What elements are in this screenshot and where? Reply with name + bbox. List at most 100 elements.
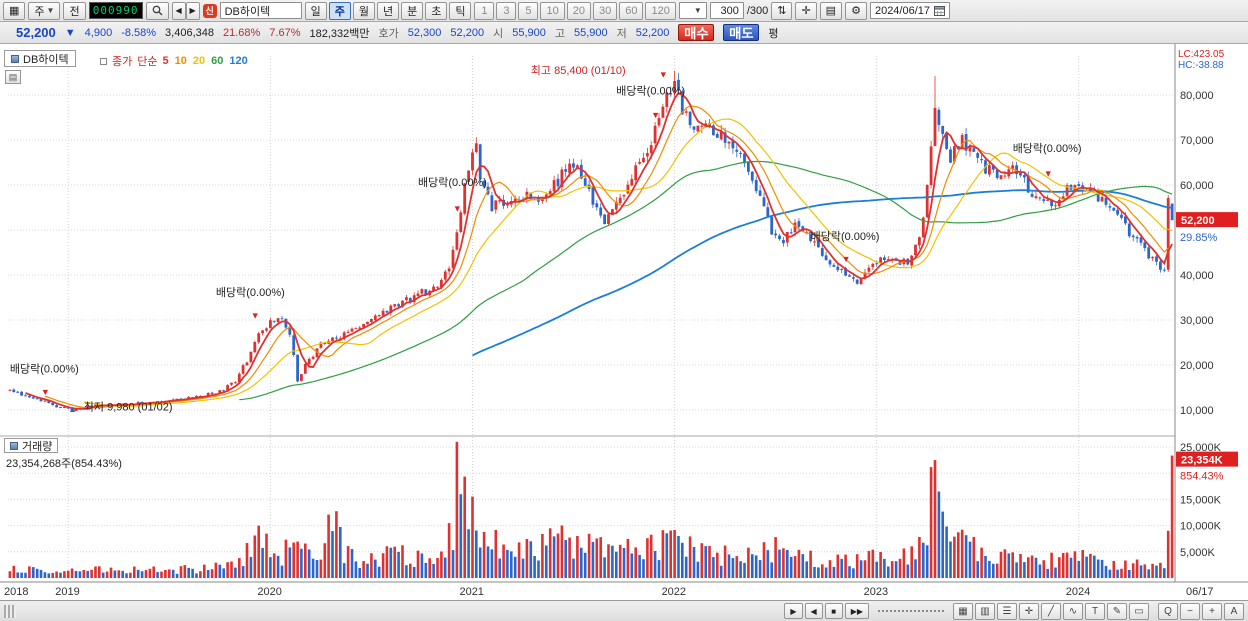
high-mark-label: 최고 85,400 (01/10) — [531, 64, 626, 77]
mini-map-track[interactable] — [878, 610, 944, 612]
volume-pane-tab[interactable]: 거래량 — [4, 438, 59, 453]
volume-tick-label: 10,000K — [1180, 521, 1222, 533]
chevron-down-icon: ▼ — [693, 6, 702, 15]
crosshair-tool-button[interactable]: ✛ — [795, 1, 817, 20]
interval-button-10[interactable]: 10 — [540, 1, 565, 20]
ma-120-line — [472, 189, 1173, 357]
drawing-tool-buttons: ▦ ▥ ☰ ✛ ╱ ∿ T ✎ ▭ — [953, 602, 1149, 620]
asset-type-label: 주 — [34, 5, 45, 18]
legend-checkbox[interactable] — [100, 57, 107, 65]
settings-button[interactable]: ⚙ — [845, 1, 867, 20]
year-label-2018: 2018 — [4, 586, 28, 598]
legend-ma-120: 120 — [229, 55, 248, 67]
volume-value: 3,406,348 — [165, 26, 214, 39]
eraser-icon[interactable]: ▭ — [1129, 602, 1149, 620]
interval-buttons: 1 3 5 10 20 30 60 120 — [474, 1, 676, 20]
hc-value: HC:-38.88 — [1178, 60, 1224, 71]
wave-icon[interactable]: ∿ — [1063, 602, 1083, 620]
buy-button[interactable]: 매수 — [678, 24, 715, 41]
period-button-month[interactable]: 월 — [352, 1, 375, 20]
interval-button-120[interactable]: 120 — [645, 1, 676, 20]
period-button-minute[interactable]: 분 — [401, 1, 424, 20]
period-button-second[interactable]: 초 — [425, 1, 448, 20]
ex-dividend-2020-label: 배당락(0.00%) — [418, 176, 487, 189]
ex-dividend-2021-arrow-icon: ▼ — [651, 110, 660, 120]
sell-button[interactable]: 매도 — [723, 24, 760, 41]
text-tool-icon[interactable]: T — [1085, 602, 1105, 620]
gear-icon: ⚙ — [851, 5, 861, 17]
bar-count-input[interactable]: 300 — [709, 2, 744, 19]
period-buttons: 일주월년분초틱 — [304, 1, 472, 20]
price-change-pct: -8.58% — [121, 26, 157, 39]
right-arrow-icon: ▶ — [189, 6, 196, 15]
prev-stock-button[interactable]: ◀ — [171, 1, 186, 20]
play-button[interactable]: ▶ — [784, 603, 803, 619]
trendline-icon[interactable]: ╱ — [1041, 602, 1061, 620]
layout-grid-icon[interactable]: ▦ — [953, 602, 973, 620]
panel-icon[interactable]: ▥ — [975, 602, 995, 620]
credit-badge: 신 — [202, 3, 217, 18]
pencil-icon[interactable]: ✎ — [1107, 602, 1127, 620]
period-button-tick[interactable]: 틱 — [449, 1, 472, 20]
open-label: 시 — [493, 27, 504, 40]
auto-scale-button[interactable]: A — [1224, 602, 1244, 620]
chart-title: DB하이텍 — [23, 53, 69, 66]
interval-button-5[interactable]: 5 — [518, 1, 539, 20]
current-volume-badge-text: 23,354K — [1181, 455, 1223, 467]
chart-title-tab[interactable]: DB하이텍 — [4, 50, 76, 67]
price-tick-label: 10,000 — [1180, 405, 1214, 417]
indicator-list-icon[interactable]: ☰ — [997, 602, 1017, 620]
low-label: 저 — [616, 27, 627, 40]
bottom-toolbar: ▶ ◀ ■ ▶▶ ▦ ▥ ☰ ✛ ╱ ∿ T ✎ ▭ Q − + A — [0, 600, 1248, 621]
price-volume-chart[interactable]: ▼ 배당락(0.00%) ▲ 최저 9,980 (01/02) ▼ 배당락(0.00%) ▼… — [0, 44, 1248, 600]
window-menu-button[interactable]: ▦ — [3, 1, 26, 20]
chart-style-button[interactable]: ▤ — [819, 1, 843, 20]
period-button-day[interactable]: 일 — [304, 1, 327, 20]
chart-nav-buttons: ▶ ◀ ■ ▶▶ — [784, 603, 869, 619]
interval-button-1[interactable]: 1 — [474, 1, 495, 20]
period-button-year[interactable]: 년 — [376, 1, 400, 20]
stock-code-input[interactable]: 000990 — [88, 2, 143, 19]
chart-type-dropdown[interactable]: ▼ — [678, 2, 707, 19]
reverse-button[interactable]: ◀ — [804, 603, 823, 619]
sort-button[interactable]: ⇅ — [771, 1, 793, 20]
interval-button-20[interactable]: 20 — [566, 1, 591, 20]
asset-type-dropdown[interactable]: 주 ▼ — [28, 1, 61, 20]
drag-handle[interactable] — [4, 604, 16, 618]
crosshair-icon[interactable]: ✛ — [1019, 602, 1039, 620]
open-price: 55,900 — [512, 26, 546, 39]
legend-ma-5: 5 — [162, 55, 169, 67]
avg-label: 평 — [768, 27, 779, 40]
price-tick-label: 30,000 — [1180, 315, 1214, 327]
date-input[interactable]: 2024/06/17 — [869, 2, 951, 19]
ex-dividend-2022-arrow-icon: ▼ — [842, 254, 851, 264]
zoom-mode-button[interactable]: Q — [1158, 602, 1178, 620]
price-tick-label: 70,000 — [1180, 135, 1214, 147]
zoom-in-button[interactable]: + — [1202, 602, 1222, 620]
legend-ma-20: 20 — [192, 55, 206, 67]
next-stock-button[interactable]: ▶ — [185, 1, 200, 20]
end-date-label: 06/17 — [1186, 586, 1214, 598]
stock-chart-window: ▦ 주 ▼ 전 000990 ◀ ▶ 신 DB하이텍 일주월년분초틱 1 3 5 10 20… — [0, 0, 1248, 621]
stock-name: DB하이텍 — [219, 2, 302, 19]
ex-dividend-2019-label: 배당락(0.00%) — [216, 286, 285, 299]
jeon-button[interactable]: 전 — [63, 1, 86, 20]
legend-ma-type: 단순 — [137, 56, 158, 68]
ma-10-line — [44, 105, 1173, 409]
zoom-out-button[interactable]: − — [1180, 602, 1200, 620]
ex-dividend-2020-arrow-icon: ▼ — [453, 204, 462, 214]
ask-price: 52,300 — [407, 26, 442, 39]
search-button[interactable] — [145, 1, 169, 20]
stop-button[interactable]: ■ — [824, 603, 843, 619]
crosshair-icon: ✛ — [801, 5, 811, 17]
current-price: 52,200 — [16, 25, 56, 40]
indicator-settings-button[interactable]: ▤ — [5, 70, 21, 84]
interval-button-3[interactable]: 3 — [496, 1, 517, 20]
fast-forward-button[interactable]: ▶▶ — [844, 603, 869, 619]
ex-dividend-2022-label: 배당락(0.00%) — [811, 230, 880, 243]
interval-button-60[interactable]: 60 — [619, 1, 644, 20]
period-button-week[interactable]: 주 — [328, 1, 351, 20]
interval-button-30[interactable]: 30 — [592, 1, 618, 20]
grid-icon: ▤ — [8, 71, 18, 82]
bid-price: 52,200 — [450, 26, 485, 39]
